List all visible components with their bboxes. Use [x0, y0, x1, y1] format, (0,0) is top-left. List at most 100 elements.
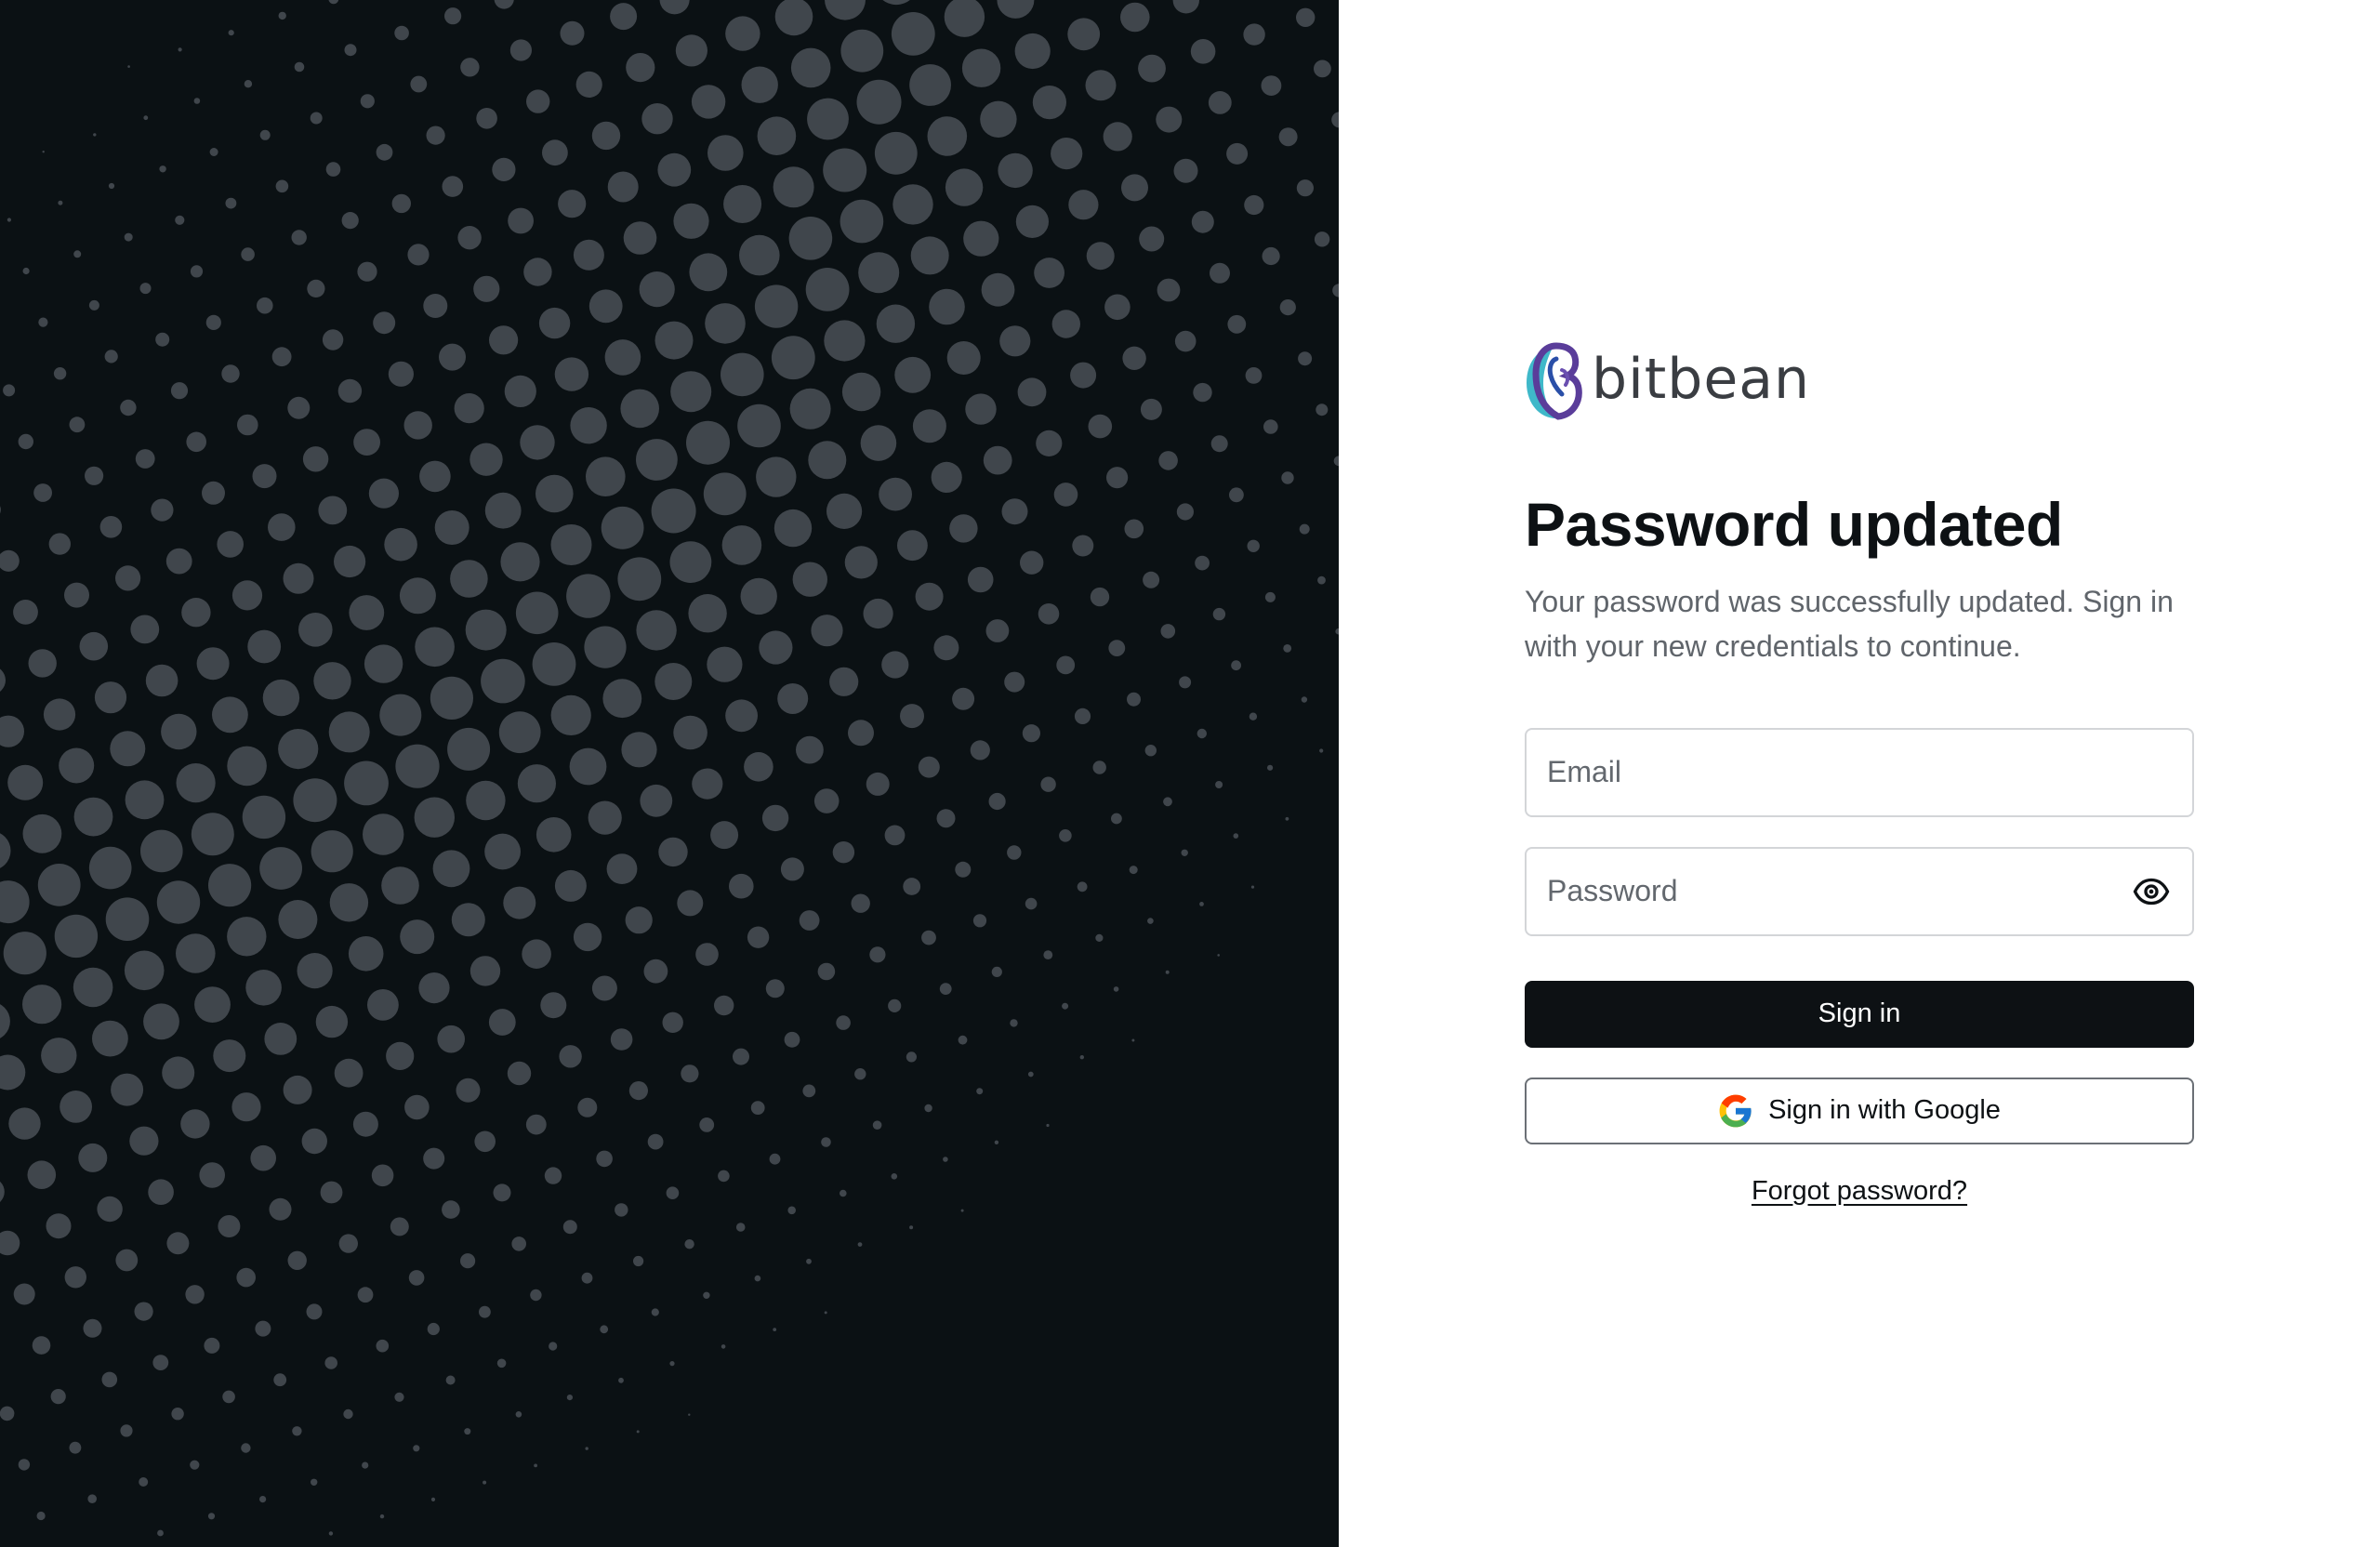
- hero-panel: [0, 0, 1339, 1547]
- halftone-dot: [494, 0, 514, 9]
- halftone-dot: [570, 407, 607, 444]
- halftone-dot: [151, 498, 174, 522]
- halftone-dot: [1316, 403, 1329, 416]
- halftone-dot: [414, 797, 455, 838]
- forgot-password-link[interactable]: Forgot password?: [1525, 1176, 2194, 1207]
- halftone-dot: [1243, 23, 1265, 46]
- halftone-dot: [1298, 351, 1313, 366]
- halftone-dot: [469, 443, 503, 476]
- halftone-dot: [963, 220, 999, 257]
- sign-in-button[interactable]: Sign in: [1525, 980, 2194, 1048]
- halftone-dot: [562, 1220, 577, 1235]
- halftone-dot: [439, 343, 466, 371]
- halftone-dot: [178, 47, 182, 52]
- halftone-dot: [897, 530, 928, 562]
- halftone-dot: [1262, 246, 1280, 266]
- halftone-dot: [894, 356, 932, 393]
- halftone-dot: [348, 936, 384, 972]
- halftone-dot: [205, 314, 221, 330]
- halftone-dot: [840, 199, 884, 244]
- halftone-dot: [218, 1215, 241, 1237]
- halftone-dot: [283, 1075, 312, 1104]
- halftone-dot: [824, 320, 866, 362]
- halftone-dot: [841, 372, 881, 412]
- email-field-wrapper: [1525, 727, 2194, 817]
- halftone-dot: [1138, 54, 1166, 83]
- halftone-dot: [41, 1038, 77, 1074]
- halftone-dot: [517, 764, 557, 803]
- halftone-dot: [73, 250, 82, 258]
- halftone-dot: [1210, 435, 1228, 453]
- halftone-dot: [22, 267, 30, 275]
- halftone-dot: [669, 541, 712, 583]
- halftone-dot: [0, 880, 30, 924]
- halftone-dot: [1040, 776, 1056, 792]
- halftone-dot: [796, 735, 824, 764]
- halftone-dot: [515, 1411, 522, 1418]
- halftone-dot: [601, 506, 644, 549]
- halftone-dot: [1244, 194, 1264, 216]
- halftone-dot: [59, 747, 95, 784]
- halftone-dot: [204, 1337, 220, 1354]
- google-sign-in-button[interactable]: Sign in with Google: [1525, 1077, 2194, 1144]
- halftone-dot: [965, 393, 997, 425]
- halftone-dot: [636, 610, 677, 651]
- halftone-dot: [900, 704, 924, 729]
- halftone-dot: [322, 329, 344, 350]
- halftone-dot: [1299, 523, 1310, 535]
- halftone-dot: [97, 1196, 123, 1223]
- halftone-dot: [790, 47, 831, 88]
- halftone-dot: [508, 207, 534, 234]
- halftone-dot: [910, 236, 949, 275]
- halftone-dot: [903, 878, 921, 895]
- eye-icon[interactable]: [2131, 871, 2172, 912]
- halftone-dot: [703, 1291, 710, 1300]
- halftone-dot: [955, 861, 972, 878]
- halftone-dot: [654, 663, 693, 700]
- password-field[interactable]: [1527, 848, 2192, 934]
- halftone-dot: [13, 600, 38, 625]
- halftone-dot: [1124, 519, 1144, 539]
- halftone-dot: [718, 1170, 730, 1183]
- halftone-dot: [976, 1088, 984, 1095]
- halftone-dot: [124, 950, 165, 991]
- email-field[interactable]: [1527, 729, 2192, 815]
- halftone-dot: [301, 1128, 327, 1155]
- halftone-dot: [442, 1200, 460, 1219]
- halftone-dot: [1195, 555, 1210, 571]
- page-subtitle: Your password was successfully updated. …: [1525, 584, 2174, 663]
- halftone-dot: [691, 85, 726, 119]
- halftone-dot: [577, 1097, 598, 1117]
- halftone-dot: [124, 232, 133, 242]
- halftone-dot: [225, 197, 237, 209]
- halftone-dot: [115, 565, 141, 591]
- halftone-dot: [1046, 1123, 1050, 1128]
- halftone-dot: [364, 644, 403, 683]
- halftone-dot: [657, 152, 692, 187]
- halftone-dot: [1296, 179, 1314, 197]
- halftone-dot: [994, 1140, 999, 1145]
- halftone-dot: [1139, 226, 1165, 252]
- halftone-dot: [1231, 660, 1241, 671]
- halftone-dot: [268, 513, 296, 541]
- halftone-dot: [426, 126, 445, 145]
- halftone-dot: [1158, 451, 1178, 470]
- halftone-dot: [1278, 127, 1298, 147]
- halftone-dot: [1053, 483, 1078, 507]
- halftone-dot: [1113, 986, 1119, 992]
- halftone-dot: [1199, 902, 1204, 906]
- halftone-dot: [1004, 671, 1025, 693]
- halftone-dot: [165, 548, 192, 575]
- halftone-dot: [325, 162, 341, 177]
- halftone-dot: [807, 98, 849, 140]
- halftone-dot: [946, 341, 981, 375]
- halftone-dot: [33, 483, 52, 502]
- halftone-dot: [180, 1109, 210, 1139]
- halftone-dot: [983, 445, 1012, 475]
- halftone-dot: [591, 975, 617, 1001]
- halftone-dot: [520, 425, 555, 460]
- halftone-dot: [844, 546, 878, 579]
- halftone-dot: [689, 253, 728, 292]
- halftone-dot: [735, 1223, 746, 1232]
- halftone-dot: [754, 284, 799, 328]
